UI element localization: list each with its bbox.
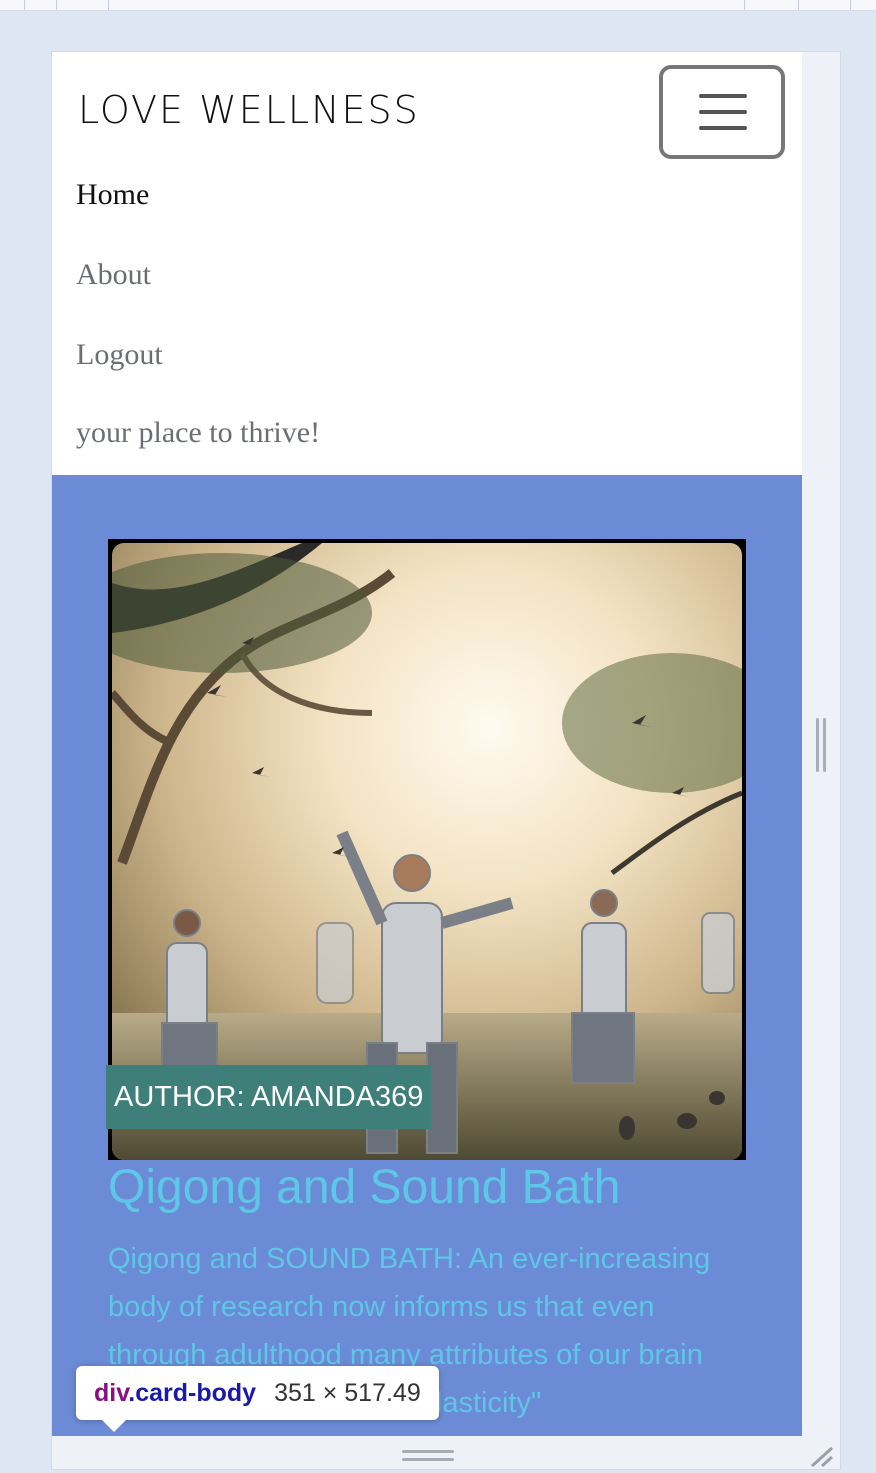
nav-link-logout[interactable]: Logout (76, 338, 163, 372)
devtools-element-size: 351 × 517.49 (274, 1379, 421, 1407)
site-tagline: your place to thrive! (76, 416, 321, 449)
devtools-class-name: .card-body (128, 1379, 257, 1407)
post-title[interactable]: Qigong and Sound Bath (108, 1160, 620, 1215)
navbar-toggler-button[interactable] (659, 65, 785, 159)
page-viewport: LOVE WELLNESS Home About Logout your pla… (52, 52, 802, 1436)
devtools-element-tooltip: div.card-body 351 × 517.49 (76, 1366, 439, 1432)
nav-link-home[interactable]: Home (76, 178, 149, 212)
author-badge: AUTHOR: AMANDA369 (106, 1065, 432, 1129)
corner-resize-icon[interactable] (808, 1444, 836, 1468)
devtools-top-ruler (0, 0, 876, 11)
horizontal-resize-handle-icon[interactable] (402, 1450, 454, 1464)
brand-logo[interactable]: LOVE WELLNESS (78, 88, 420, 132)
vertical-resize-handle-icon[interactable] (816, 718, 828, 772)
devtools-tag-name: div (94, 1379, 129, 1407)
navbar: LOVE WELLNESS Home About Logout your pla… (52, 52, 802, 475)
nav-link-about[interactable]: About (76, 258, 151, 292)
